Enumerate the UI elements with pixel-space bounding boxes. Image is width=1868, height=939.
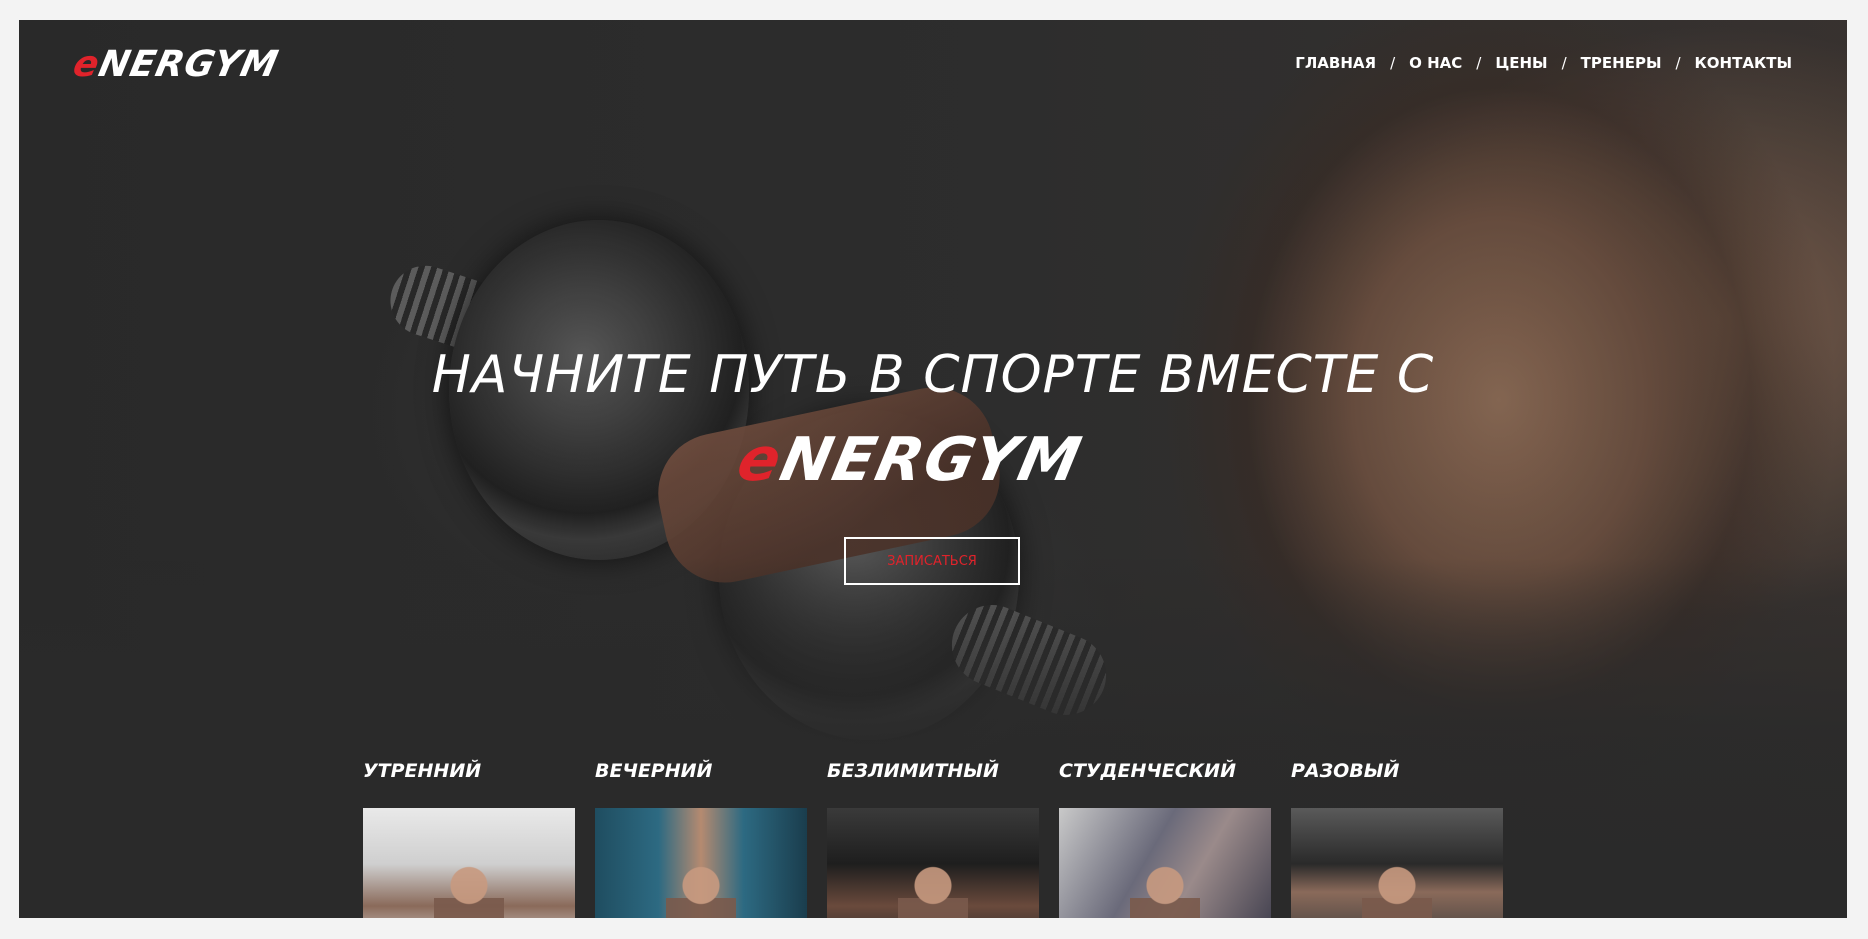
nav-separator: / <box>1675 54 1681 72</box>
plan-card-evening[interactable]: ВЕЧЕРНИЙ <box>595 760 807 918</box>
logo-text: NERGYM <box>774 425 1089 495</box>
plan-card-single[interactable]: РАЗОВЫЙ <box>1291 760 1503 918</box>
plan-card-morning[interactable]: УТРЕННИЙ <box>363 760 575 918</box>
plan-photo <box>595 808 807 918</box>
person-image <box>1130 858 1200 918</box>
plan-title: БЕЗЛИМИТНЫЙ <box>827 760 999 782</box>
plan-card-unlimited[interactable]: БЕЗЛИМИТНЫЙ <box>827 760 1039 918</box>
person-image <box>666 858 736 918</box>
hero-headline: НАЧНИТЕ ПУТЬ В СПОРТЕ ВМЕСТЕ С <box>431 345 1435 405</box>
site-logo[interactable]: e NERGYM <box>70 44 283 85</box>
nav-item-about[interactable]: О НАС <box>1409 54 1462 72</box>
plan-title: РАЗОВЫЙ <box>1291 760 1400 782</box>
plan-title: СТУДЕНЧЕСКИЙ <box>1059 760 1236 782</box>
nav-item-trainers[interactable]: ТРЕНЕРЫ <box>1581 54 1662 72</box>
person-image <box>1362 858 1432 918</box>
hero-logo: e NERGYM <box>732 425 1089 495</box>
plan-title: ВЕЧЕРНИЙ <box>595 760 713 782</box>
nav-separator: / <box>1390 54 1396 72</box>
person-image <box>434 858 504 918</box>
person-image <box>898 858 968 918</box>
page-frame: e NERGYM ГЛАВНАЯ / О НАС / ЦЕНЫ / ТРЕНЕРЫ… <box>19 20 1847 918</box>
plans-list: УТРЕННИЙ ВЕЧЕРНИЙ БЕЗЛИМИТНЫЙ СТУДЕНЧЕСК… <box>363 760 1503 918</box>
signup-button[interactable]: ЗАПИСАТЬСЯ <box>844 537 1020 585</box>
plan-title: УТРЕННИЙ <box>363 760 482 782</box>
nav-separator: / <box>1561 54 1567 72</box>
main-nav: ГЛАВНАЯ / О НАС / ЦЕНЫ / ТРЕНЕРЫ / КОНТА… <box>1295 54 1792 72</box>
plan-photo <box>1059 808 1271 918</box>
plan-photo <box>827 808 1039 918</box>
plan-photo <box>1291 808 1503 918</box>
nav-item-contacts[interactable]: КОНТАКТЫ <box>1695 54 1792 72</box>
plan-card-student[interactable]: СТУДЕНЧЕСКИЙ <box>1059 760 1271 918</box>
nav-separator: / <box>1476 54 1482 72</box>
logo-text: NERGYM <box>95 44 283 85</box>
nav-item-prices[interactable]: ЦЕНЫ <box>1495 54 1547 72</box>
plan-photo <box>363 808 575 918</box>
nav-item-home[interactable]: ГЛАВНАЯ <box>1295 54 1376 72</box>
